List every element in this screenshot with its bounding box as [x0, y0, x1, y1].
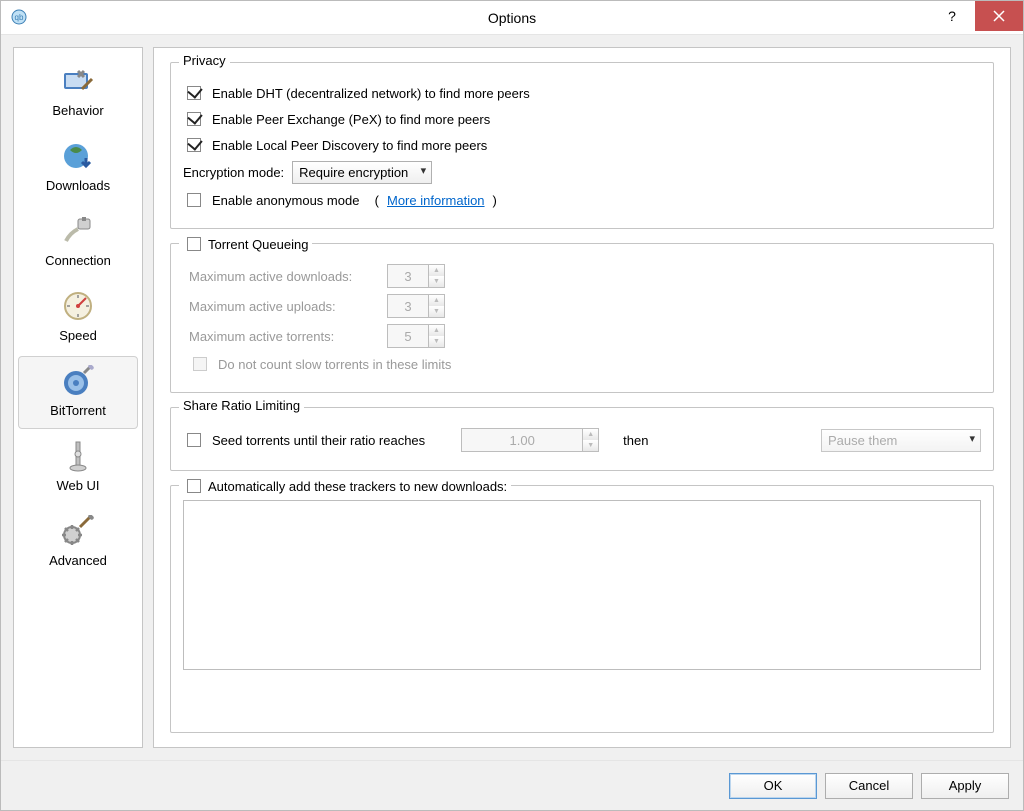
spinner-up-icon[interactable]: ▲: [429, 325, 444, 336]
spinner-up-icon[interactable]: ▲: [583, 429, 598, 440]
ok-button[interactable]: OK: [729, 773, 817, 799]
enable-lpd-label: Enable Local Peer Discovery to find more…: [212, 138, 487, 153]
qb-app-icon: qb: [11, 9, 29, 27]
max-active-downloads-spinner[interactable]: ▲▼: [387, 264, 445, 288]
cancel-button[interactable]: Cancel: [825, 773, 913, 799]
sidebar-item-label: Behavior: [52, 103, 103, 118]
ratio-value-spinner[interactable]: ▲▼: [461, 428, 599, 452]
help-button[interactable]: ?: [929, 1, 975, 31]
behavior-icon: [58, 63, 98, 99]
spinner-down-icon[interactable]: ▼: [583, 440, 598, 451]
sidebar-item-speed[interactable]: Speed: [18, 281, 138, 354]
advanced-icon: [58, 513, 98, 549]
spinner-up-icon[interactable]: ▲: [429, 265, 444, 276]
bittorrent-icon: [58, 363, 98, 399]
sidebar-item-label: Web UI: [56, 478, 99, 493]
encryption-mode-select[interactable]: Require encryption: [292, 161, 432, 184]
spinner-down-icon[interactable]: ▼: [429, 306, 444, 317]
auto-add-trackers-checkbox[interactable]: [187, 479, 201, 493]
web-ui-icon: [58, 438, 98, 474]
torrent-queueing-legend: Torrent Queueing: [208, 237, 308, 252]
dialog-body: Behavior Downloads: [1, 35, 1023, 760]
sidebar-item-web-ui[interactable]: Web UI: [18, 431, 138, 504]
sidebar-item-label: Advanced: [49, 553, 107, 568]
max-active-uploads-label: Maximum active uploads:: [189, 299, 379, 314]
spinner-down-icon[interactable]: ▼: [429, 336, 444, 347]
enable-pex-checkbox[interactable]: [187, 112, 201, 126]
enable-pex-label: Enable Peer Exchange (PeX) to find more …: [212, 112, 490, 127]
slow-torrents-checkbox[interactable]: [193, 357, 207, 371]
seed-until-ratio-label: Seed torrents until their ratio reaches: [212, 433, 425, 448]
max-active-torrents-label: Maximum active torrents:: [189, 329, 379, 344]
share-ratio-legend: Share Ratio Limiting: [179, 398, 304, 413]
slow-torrents-label: Do not count slow torrents in these limi…: [218, 357, 451, 372]
window-title: Options: [1, 10, 1023, 26]
enable-lpd-checkbox[interactable]: [187, 138, 201, 152]
apply-button[interactable]: Apply: [921, 773, 1009, 799]
queueing-group: Torrent Queueing Maximum active download…: [170, 243, 994, 393]
max-active-torrents-spinner[interactable]: ▲▼: [387, 324, 445, 348]
category-sidebar: Behavior Downloads: [13, 47, 143, 748]
close-button[interactable]: [975, 1, 1023, 31]
svg-text:qb: qb: [15, 13, 24, 22]
sidebar-item-label: Downloads: [46, 178, 110, 193]
sidebar-item-label: BitTorrent: [50, 403, 106, 418]
sidebar-item-behavior[interactable]: Behavior: [18, 56, 138, 129]
auto-trackers-group: Automatically add these trackers to new …: [170, 485, 994, 733]
share-ratio-group: Share Ratio Limiting Seed torrents until…: [170, 407, 994, 471]
sidebar-item-bittorrent[interactable]: BitTorrent: [18, 356, 138, 429]
spinner-down-icon[interactable]: ▼: [429, 276, 444, 287]
connection-icon: [58, 213, 98, 249]
spinner-up-icon[interactable]: ▲: [429, 295, 444, 306]
sidebar-item-advanced[interactable]: Advanced: [18, 506, 138, 579]
max-active-uploads-spinner[interactable]: ▲▼: [387, 294, 445, 318]
ratio-action-select[interactable]: Pause them: [821, 429, 981, 452]
encryption-mode-label: Encryption mode:: [183, 165, 284, 180]
downloads-icon: [58, 138, 98, 174]
ratio-then-label: then: [623, 433, 648, 448]
privacy-legend: Privacy: [179, 53, 230, 68]
enable-anonymous-label: Enable anonymous mode: [212, 193, 359, 208]
options-dialog: qb Options ? Behav: [0, 0, 1024, 811]
privacy-group: Privacy Enable DHT (decentralized networ…: [170, 62, 994, 229]
dialog-footer: OK Cancel Apply: [1, 760, 1023, 810]
main-panel: Privacy Enable DHT (decentralized networ…: [153, 47, 1011, 748]
trackers-textarea[interactable]: [183, 500, 981, 670]
sidebar-item-label: Speed: [59, 328, 97, 343]
sidebar-item-downloads[interactable]: Downloads: [18, 131, 138, 204]
enable-anonymous-checkbox[interactable]: [187, 193, 201, 207]
auto-add-trackers-label: Automatically add these trackers to new …: [208, 479, 507, 494]
enable-dht-label: Enable DHT (decentralized network) to fi…: [212, 86, 530, 101]
torrent-queueing-checkbox[interactable]: [187, 237, 201, 251]
enable-dht-checkbox[interactable]: [187, 86, 201, 100]
sidebar-item-connection[interactable]: Connection: [18, 206, 138, 279]
anonymous-more-info-link[interactable]: More information: [387, 193, 485, 208]
titlebar: qb Options ?: [1, 1, 1023, 35]
seed-until-ratio-checkbox[interactable]: [187, 433, 201, 447]
max-active-downloads-label: Maximum active downloads:: [189, 269, 379, 284]
sidebar-item-label: Connection: [45, 253, 111, 268]
speed-icon: [58, 288, 98, 324]
